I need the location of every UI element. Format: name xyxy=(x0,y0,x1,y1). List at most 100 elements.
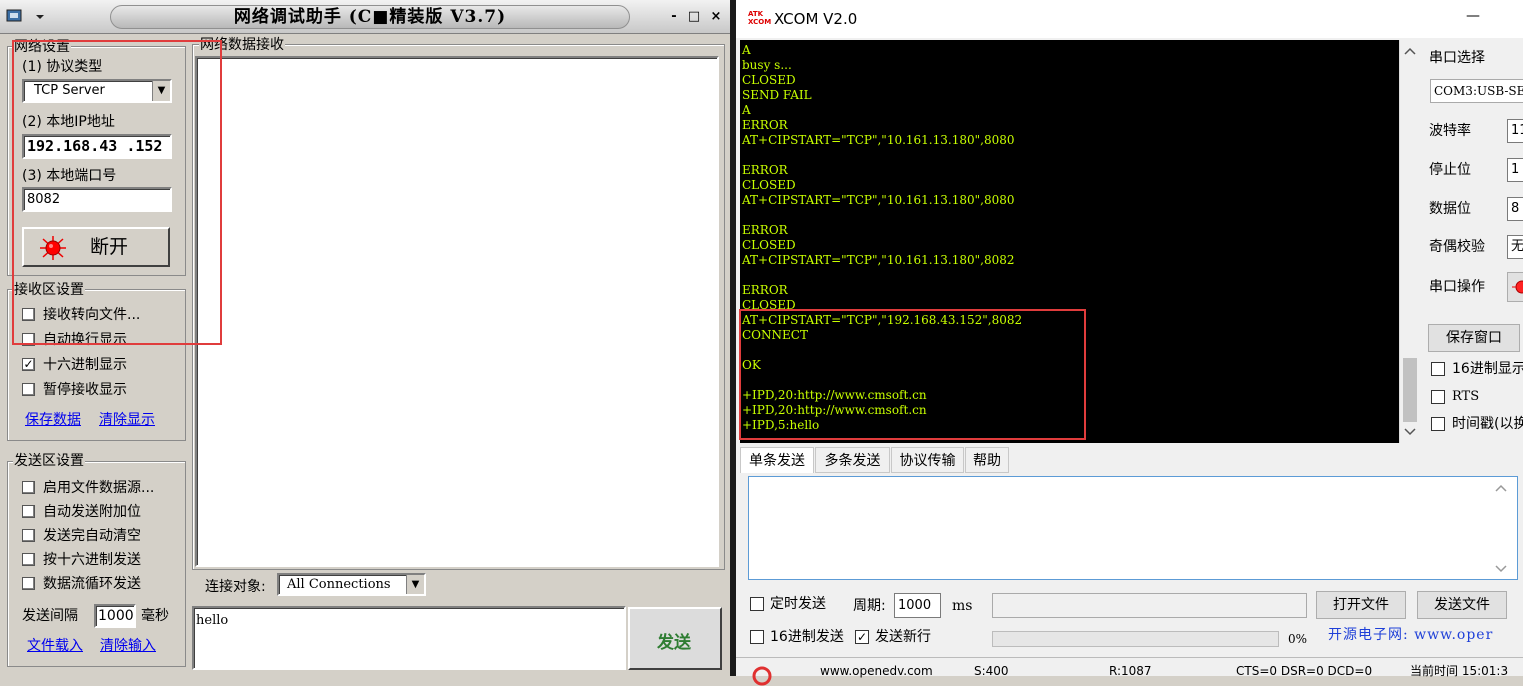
send-option-3-label: 按十六进制发送 xyxy=(43,552,141,568)
annotation-highlight-box xyxy=(12,40,222,345)
hex-send-label: 16进制发送 xyxy=(770,629,844,645)
terminal-line: A xyxy=(742,103,751,117)
terminal-line: AT+CIPSTART="TCP","10.161.13.180",8082 xyxy=(742,253,1015,267)
port-status-icon xyxy=(1512,280,1523,294)
send-option-2-checkbox[interactable] xyxy=(22,529,35,542)
send-newline-label: 发送新行 xyxy=(875,629,931,645)
maximize-button[interactable]: □ xyxy=(684,8,704,26)
terminal-line: AT+CIPSTART="TCP","10.161.13.180",8080 xyxy=(742,193,1015,207)
timestamp-checkbox[interactable] xyxy=(1431,417,1445,431)
connection-value: All Connections xyxy=(287,577,391,592)
send-textarea[interactable]: hello xyxy=(192,606,626,670)
rts-label: RTS xyxy=(1452,389,1480,404)
send-newline-checkbox[interactable]: ✓ xyxy=(855,630,869,644)
send-option-4-checkbox[interactable] xyxy=(22,577,35,590)
send-option-0-label: 启用文件数据源... xyxy=(43,480,155,496)
send-input-area[interactable] xyxy=(748,476,1518,580)
hex-display-label: 16进制显示 xyxy=(1452,361,1523,377)
terminal-line: ERROR xyxy=(742,118,788,132)
scroll-up-icon[interactable] xyxy=(1495,483,1507,493)
timed-send-checkbox[interactable] xyxy=(750,597,764,611)
baud-select[interactable]: 11 xyxy=(1507,119,1523,143)
scroll-up-icon[interactable] xyxy=(1404,46,1416,56)
clear-display-link[interactable]: 清除显示 xyxy=(99,412,155,428)
port-select[interactable]: COM3:USB-SER xyxy=(1430,79,1523,103)
connection-label: 连接对象: xyxy=(205,579,266,595)
title-bar: ATK XCOM XCOM V2.0 — xyxy=(736,0,1523,38)
send-file-button[interactable]: 发送文件 xyxy=(1417,591,1507,619)
network-assistant-window: 网络调试助手 (C■精装版 V3.7) - □ × 网络设置 (1) 协议类型 … xyxy=(0,0,730,676)
save-window-button[interactable]: 保存窗口 xyxy=(1428,324,1520,352)
data-bits-select[interactable]: 8 xyxy=(1507,197,1523,221)
tab-0[interactable]: 单条发送 xyxy=(740,447,814,473)
send-button-label: 发送 xyxy=(657,633,691,653)
send-text: hello xyxy=(196,613,229,628)
port-toggle-button[interactable] xyxy=(1507,272,1523,302)
terminal-line: A xyxy=(742,43,751,57)
send-option-0-checkbox[interactable] xyxy=(22,481,35,494)
open-file-button[interactable]: 打开文件 xyxy=(1316,591,1406,619)
rts-checkbox[interactable] xyxy=(1431,390,1445,404)
save-data-link[interactable]: 保存数据 xyxy=(25,412,81,428)
period-unit: ms xyxy=(952,598,973,614)
load-file-link[interactable]: 文件载入 xyxy=(27,638,83,654)
window-title: 网络调试助手 (C■精装版 V3.7) xyxy=(110,5,630,29)
data-bits-label: 数据位 xyxy=(1429,201,1471,217)
send-interval-field[interactable]: 1000 xyxy=(94,604,136,628)
minimize-button[interactable]: - xyxy=(664,8,684,26)
terminal-line: SEND FAIL xyxy=(742,88,812,102)
file-path-field[interactable] xyxy=(992,593,1307,618)
close-button[interactable]: × xyxy=(706,8,726,26)
port-select-label: 串口选择 xyxy=(1429,50,1485,66)
tab-3[interactable]: 帮助 xyxy=(965,447,1009,473)
terminal-line: CLOSED xyxy=(742,73,796,87)
receive-option-3-label: 暂停接收显示 xyxy=(43,382,127,398)
period-field[interactable]: 1000 xyxy=(894,593,941,618)
hex-send-checkbox[interactable] xyxy=(750,630,764,644)
send-option-3-checkbox[interactable] xyxy=(22,553,35,566)
send-settings-label: 发送区设置 xyxy=(13,453,85,469)
parity-select[interactable]: 无 xyxy=(1507,235,1523,259)
tab-2[interactable]: 协议传输 xyxy=(891,447,964,473)
scroll-down-icon[interactable] xyxy=(1404,426,1416,436)
status-time: 当前时间 15:01:3 xyxy=(1410,664,1509,678)
receive-option-2-checkbox[interactable]: ✓ xyxy=(22,358,35,371)
send-option-1-checkbox[interactable] xyxy=(22,505,35,518)
receive-option-3-checkbox[interactable] xyxy=(22,383,35,396)
ad-link[interactable]: 开源电子网: www.oper xyxy=(1328,626,1493,644)
connection-select[interactable]: All Connections ▼ xyxy=(277,573,426,596)
send-interval-label: 发送间隔 xyxy=(22,608,78,624)
port-op-label: 串口操作 xyxy=(1429,279,1485,295)
status-received: R:1087 xyxy=(1109,664,1152,678)
send-button[interactable]: 发送 xyxy=(628,607,722,670)
parity-label: 奇偶校验 xyxy=(1429,239,1485,255)
baud-label: 波特率 xyxy=(1429,123,1471,139)
receive-textarea[interactable] xyxy=(195,56,719,567)
status-bar: www.openedv.com S:400 R:1087 CTS=0 DSR=0… xyxy=(736,657,1523,686)
terminal-line: ERROR xyxy=(742,283,788,297)
progress-percent: 0% xyxy=(1288,632,1308,646)
chevron-down-icon[interactable]: ▼ xyxy=(406,575,424,594)
send-option-2-label: 发送完自动清空 xyxy=(43,528,141,544)
terminal-line: AT+CIPSTART="TCP","10.161.13.180",8080 xyxy=(742,133,1015,147)
scroll-down-icon[interactable] xyxy=(1495,563,1507,573)
period-label: 周期: xyxy=(853,598,886,614)
send-interval-unit: 毫秒 xyxy=(141,608,169,624)
timed-send-label: 定时发送 xyxy=(770,596,826,612)
send-option-1-label: 自动发送附加位 xyxy=(43,504,141,520)
status-signals: CTS=0 DSR=0 DCD=0 xyxy=(1236,664,1373,678)
stop-bits-select[interactable]: 1 xyxy=(1507,158,1523,182)
status-url[interactable]: www.openedv.com xyxy=(820,658,933,684)
xcom-window: ATK XCOM XCOM V2.0 — Abusy s... CLOSED SEN… xyxy=(736,0,1523,686)
app-menu-icon[interactable] xyxy=(6,8,46,26)
tab-1[interactable]: 多条发送 xyxy=(815,447,890,473)
gear-icon[interactable] xyxy=(752,666,772,686)
clear-input-link[interactable]: 清除输入 xyxy=(100,638,156,654)
terminal-line: CLOSED xyxy=(742,178,796,192)
hex-display-checkbox[interactable] xyxy=(1431,362,1445,376)
terminal-line: busy s... xyxy=(742,58,792,72)
annotation-highlight-box xyxy=(739,309,1086,440)
scroll-thumb[interactable] xyxy=(1403,358,1417,422)
terminal-scrollbar[interactable] xyxy=(1399,40,1419,443)
minimize-button[interactable]: — xyxy=(1466,8,1480,24)
